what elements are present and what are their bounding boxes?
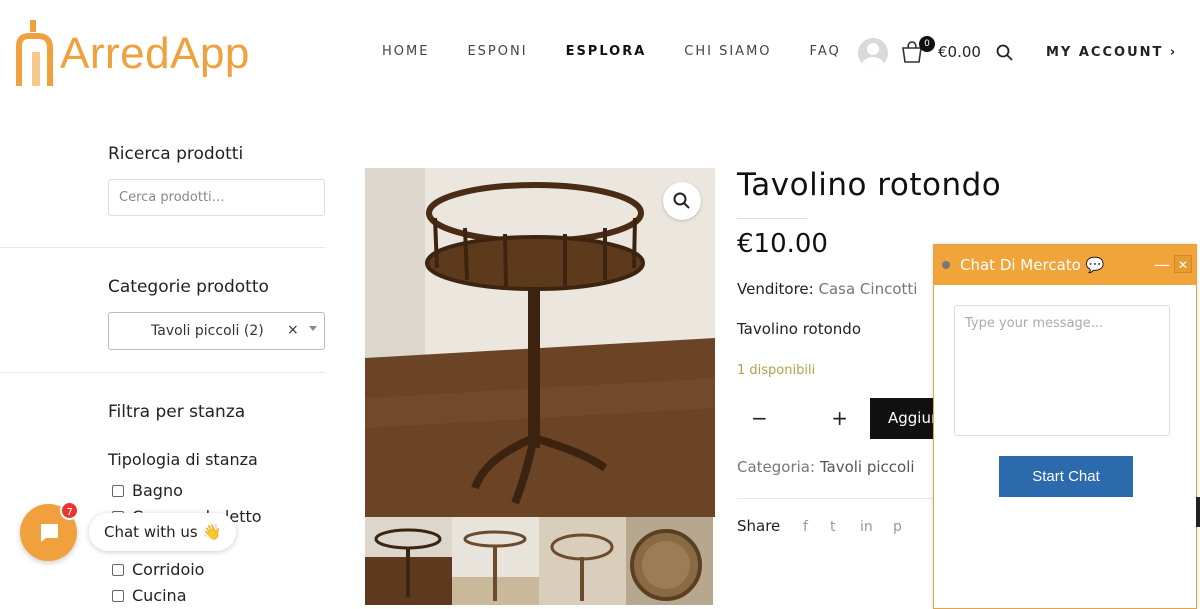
stock-status: 1 disponibili — [737, 363, 816, 378]
title-divider — [737, 218, 807, 219]
facebook-icon[interactable]: f — [803, 519, 808, 535]
site-logo[interactable]: ArredApp — [16, 20, 250, 88]
clear-category-button[interactable]: × — [287, 322, 299, 338]
category-link[interactable]: Tavoli piccoli — [820, 458, 915, 476]
add-to-cart-button[interactable]: Aggiungi al carrello — [870, 398, 936, 439]
product-search-input[interactable] — [108, 179, 325, 216]
product-thumbnail-2[interactable] — [452, 517, 539, 605]
vendor-link[interactable]: Casa Cincotti — [818, 280, 917, 298]
search-widget-title: Ricerca prodotti — [108, 144, 244, 164]
nav-chi-siamo[interactable]: CHI SIAMO — [684, 44, 771, 59]
checkbox[interactable] — [112, 589, 124, 602]
nav-home[interactable]: HOME — [382, 44, 429, 59]
chat-panel: Chat Di Mercato 💬 — ✕ Start Chat — [933, 244, 1197, 609]
checkbox[interactable] — [112, 563, 124, 576]
product-title: Tavolino rotondo — [737, 167, 1002, 203]
nav-esponi[interactable]: ESPONI — [467, 44, 527, 59]
user-avatar[interactable] — [858, 38, 888, 68]
category-selected-value: Tavoli piccoli (2) — [151, 323, 264, 339]
status-dot-icon — [942, 261, 950, 269]
category-widget-title: Categorie prodotto — [108, 277, 269, 297]
start-chat-button[interactable]: Start Chat — [999, 456, 1133, 497]
chat-title: Chat Di Mercato 💬 — [960, 256, 1105, 274]
unread-count-badge: 7 — [60, 501, 79, 520]
twitter-icon[interactable]: t — [830, 519, 836, 535]
chevron-down-icon — [309, 326, 317, 331]
room-filter-title: Filtra per stanza — [108, 402, 246, 422]
vendor-label: Venditore: — [737, 280, 814, 298]
sidebar-divider — [0, 372, 325, 373]
product-thumbnail-3[interactable] — [539, 517, 626, 605]
site-header: ArredApp HOME ESPONI ESPLORA CHI SIAMO F… — [0, 0, 1200, 110]
brand-name: ArredApp — [60, 29, 250, 78]
nav-esplora[interactable]: ESPLORA — [566, 44, 647, 59]
category-label: Categoria: — [737, 458, 816, 476]
room-option-label: Cucina — [132, 586, 187, 605]
product-thumbnail-1[interactable] — [365, 517, 452, 605]
chat-invite-bubble[interactable]: Chat with us 👋 — [89, 513, 236, 551]
qty-decrease-button[interactable]: − — [751, 406, 768, 430]
product-category: Categoria: Tavoli piccoli — [737, 458, 915, 476]
zoom-image-button[interactable] — [663, 182, 701, 220]
logo-mark-icon — [16, 20, 54, 88]
sidebar-divider — [0, 247, 325, 248]
my-account-link[interactable]: MY ACCOUNT › — [1046, 45, 1177, 60]
room-option-cucina[interactable]: Cucina — [112, 586, 187, 605]
room-option-label: Bagno — [132, 481, 183, 500]
room-option-label: Corridoio — [132, 560, 205, 579]
quantity-stepper[interactable]: − + — [737, 398, 862, 438]
room-option-corridoio[interactable]: Corridoio — [112, 560, 204, 579]
chat-bubble-icon — [40, 523, 58, 542]
vendor-info: Venditore: Casa Cincotti — [737, 280, 917, 298]
info-divider — [737, 498, 937, 499]
product-main-image[interactable] — [365, 168, 715, 517]
room-type-subtitle: Tipologia di stanza — [108, 450, 258, 469]
search-icon[interactable] — [996, 44, 1014, 66]
product-price: €10.00 — [737, 229, 828, 259]
share-label: Share — [737, 517, 781, 535]
room-option-bagno[interactable]: Bagno — [112, 481, 183, 500]
chat-minimize-button[interactable]: — — [1154, 255, 1170, 274]
main-nav: HOME ESPONI ESPLORA CHI SIAMO FAQ — [382, 44, 879, 59]
chat-close-button[interactable]: ✕ — [1174, 255, 1192, 273]
product-short-description: Tavolino rotondo — [737, 320, 861, 338]
category-select[interactable]: Tavoli piccoli (2) × — [108, 312, 325, 350]
cart-count-badge: 0 — [919, 36, 935, 52]
nav-faq[interactable]: FAQ — [810, 44, 841, 59]
chat-message-input[interactable] — [954, 305, 1170, 436]
cart-total[interactable]: €0.00 — [938, 43, 981, 61]
pinterest-icon[interactable]: p — [893, 519, 902, 535]
checkbox[interactable] — [112, 484, 124, 497]
linkedin-icon[interactable]: in — [860, 519, 873, 535]
qty-increase-button[interactable]: + — [831, 406, 848, 430]
magnifier-icon — [673, 192, 690, 209]
product-thumbnail-4[interactable] — [626, 517, 713, 605]
edge-strip — [1196, 497, 1200, 527]
